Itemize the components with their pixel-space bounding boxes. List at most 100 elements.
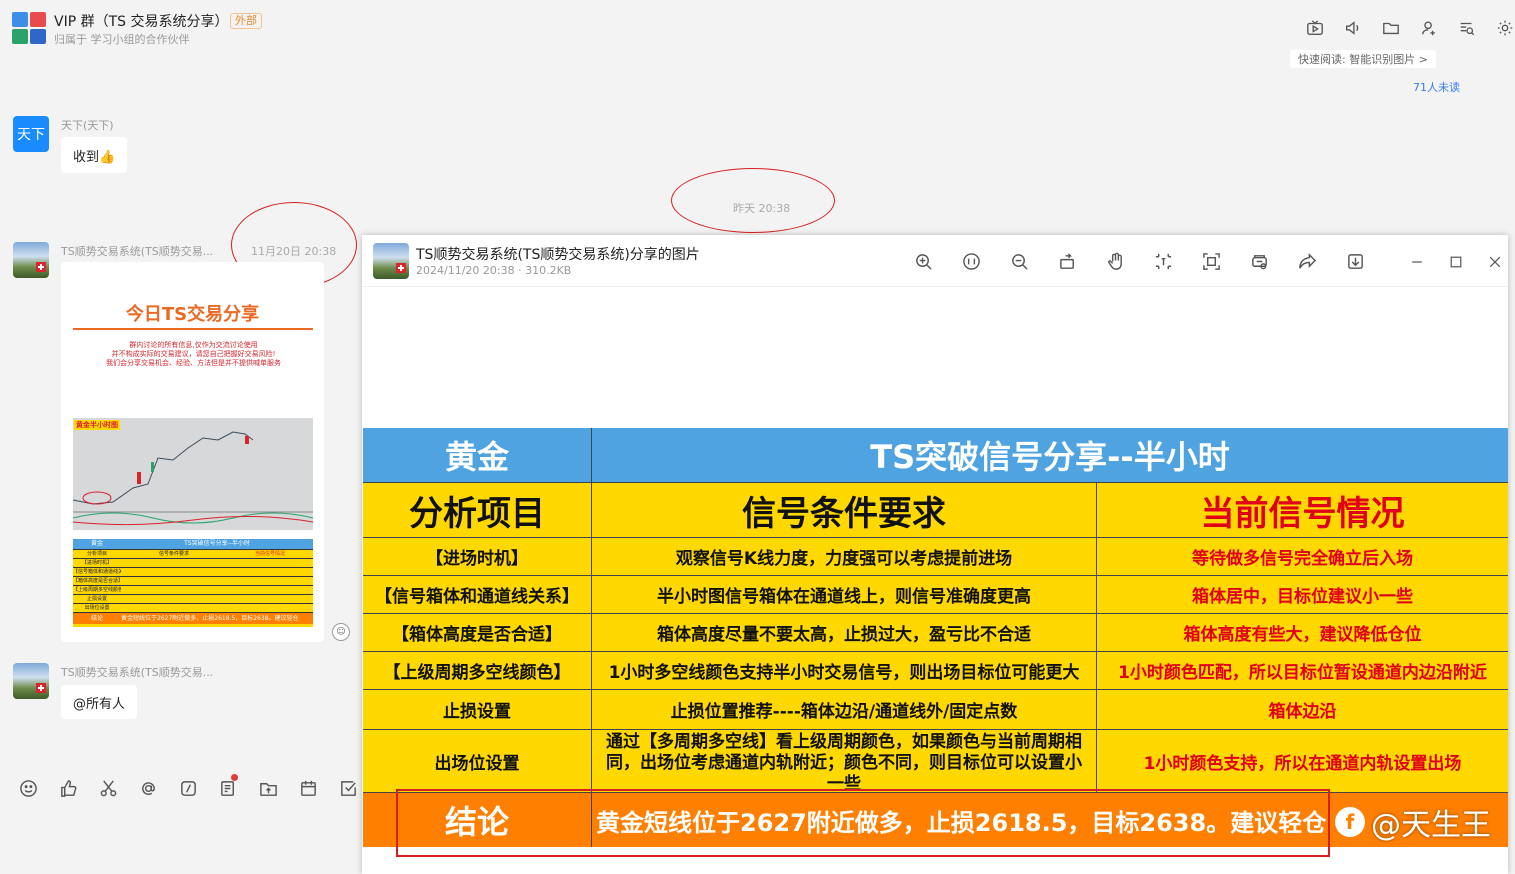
- thumb-cell: 信号条件要求: [158, 551, 189, 557]
- thumb-note: 群内讨论的所有信息,仅作为交流讨论使用: [129, 341, 258, 349]
- zoom-in-icon[interactable]: [913, 251, 934, 272]
- add-user-icon[interactable]: [1419, 18, 1439, 38]
- upload-folder-icon[interactable]: [258, 778, 278, 798]
- thumb-note: 并不构成实际的交易建议，请您自己把握好交易风险!: [111, 350, 276, 358]
- composer-toolbar: [18, 774, 358, 798]
- table-header-cell: 黄金: [363, 428, 592, 483]
- minimize-icon[interactable]: [1406, 251, 1427, 272]
- speaker-icon[interactable]: [1343, 18, 1363, 38]
- settings-icon[interactable]: [1495, 18, 1515, 38]
- table-cell: 半小时图信号箱体在通道线上，则信号准确度更高: [592, 576, 1097, 614]
- table-cell: 1小时颜色支持，所以在通道内轨设置出场: [1097, 730, 1508, 793]
- download-icon[interactable]: [1345, 251, 1366, 272]
- table-cell: 箱体居中，目标位建议小一些: [1097, 576, 1508, 614]
- share-icon[interactable]: [1297, 251, 1318, 272]
- avatar: [373, 243, 409, 279]
- annotation-box: [396, 789, 1330, 857]
- column-header: 当前信号情况: [1097, 483, 1508, 538]
- chart-label: 黄金半小时图: [74, 420, 120, 430]
- thumb-cell: 黄金: [90, 540, 103, 547]
- thumb-cell: 出场位设置: [84, 605, 110, 611]
- table-cell: 箱体高度有些大，建议降低仓位: [1097, 614, 1508, 652]
- table-cell: 1小时颜色匹配，所以目标位暂设通道内边沿附近: [1097, 652, 1508, 690]
- image-thumbnail[interactable]: 今日TS交易分享 群内讨论的所有信息,仅作为交流讨论使用 并不构成实际的交易建议…: [61, 262, 324, 642]
- sender-name: TS顺势交易系统(TS顺势交易...: [61, 245, 214, 258]
- group-avatar[interactable]: [12, 12, 46, 44]
- sender-name: TS顺势交易系统(TS顺势交易...: [61, 666, 214, 679]
- viewer-toolbar: [913, 251, 1366, 272]
- table-cell: 箱体边沿: [1097, 690, 1508, 730]
- avatar[interactable]: 天下: [13, 116, 49, 152]
- group-subtitle[interactable]: 归属于 学习小组的合作伙伴: [54, 31, 190, 47]
- message-bubble[interactable]: @所有人: [61, 685, 138, 719]
- table-cell: 等待做多信号完全确立后入场: [1097, 538, 1508, 576]
- chat-header: VIP 群（TS 交易系统分享） 外部 归属于 学习小组的合作伙伴: [0, 0, 1515, 52]
- thumb-cell: 【信号箱体和通道线关系】: [73, 569, 121, 575]
- window-controls: [1406, 251, 1505, 272]
- reaction-button[interactable]: ☺: [332, 623, 350, 641]
- list-search-icon[interactable]: [1457, 18, 1477, 38]
- screenshot-icon[interactable]: [1201, 251, 1222, 272]
- table-cell: 1小时多空线颜色支持半小时交易信号，则出场目标位可能更大: [592, 652, 1097, 690]
- column-header: 信号条件要求: [592, 483, 1097, 538]
- column-header: 分析项目: [363, 483, 592, 538]
- viewer-meta: 2024/11/20 20:38 · 310.2KB: [416, 264, 572, 277]
- notes-icon[interactable]: [218, 774, 238, 798]
- unread-count[interactable]: 71人未读: [1413, 79, 1460, 95]
- video-icon[interactable]: [1305, 18, 1325, 38]
- thumb-table: 黄金 TS突破信号分享--半小时 分析项目 信号条件要求 当前信号情况 【进场时机】…: [73, 539, 313, 627]
- thumb-cell: TS突破信号分享--半小时: [184, 540, 250, 547]
- watermark-text: @天生王: [1371, 808, 1491, 843]
- calendar-icon[interactable]: [298, 778, 318, 798]
- table-cell: 【进场时机】: [363, 538, 592, 576]
- table-cell: 箱体高度尽量不要太高，止损过大，盈亏比不合适: [592, 614, 1097, 652]
- group-title[interactable]: VIP 群（TS 交易系统分享）: [54, 11, 229, 31]
- annotation-circle: [671, 168, 835, 233]
- avatar[interactable]: [13, 663, 49, 699]
- thumb-cell: 止损设置: [86, 596, 107, 602]
- message-bubble[interactable]: 收到👍: [61, 137, 128, 173]
- thumb-cell: 分析项目: [86, 551, 107, 557]
- table-cell: 【上级周期多空线颜色】: [363, 652, 592, 690]
- hand-icon[interactable]: [1105, 251, 1126, 272]
- divider: [73, 328, 313, 330]
- viewer-title: TS顺势交易系统(TS顺势交易系统)分享的图片: [416, 247, 700, 263]
- slash-command-icon[interactable]: [178, 778, 198, 798]
- thumb-cell: 【上级周期多空线颜色】: [73, 587, 121, 593]
- thumb-cell: 【进场时机】: [81, 560, 112, 566]
- emoji-icon[interactable]: [18, 778, 38, 798]
- table-cell: 通过【多周期多空线】看上级周期颜色，如果颜色与当前周期相同，出场位考虑通道内轨附…: [592, 730, 1097, 793]
- external-badge: 外部: [230, 13, 262, 29]
- signal-table: 黄金 TS突破信号分享--半小时 分析项目 信号条件要求 当前信号情况 【进场时…: [363, 428, 1508, 847]
- table-cell: 【信号箱体和通道线关系】: [363, 576, 592, 614]
- thumbs-up-icon[interactable]: [58, 778, 78, 798]
- close-icon[interactable]: [1484, 251, 1505, 272]
- table-cell: 出场位设置: [363, 730, 592, 793]
- scissors-icon[interactable]: [98, 778, 118, 798]
- avatar[interactable]: [13, 242, 49, 278]
- sender-name: 天下(天下): [61, 119, 114, 132]
- thumb-chart: 黄金半小时图: [72, 418, 314, 530]
- actual-size-icon[interactable]: [961, 251, 982, 272]
- thumb-cell: 【箱体高度是否合适】: [73, 578, 121, 584]
- maximize-icon[interactable]: [1445, 251, 1466, 272]
- thumb-note: 我们会分享交易机会、经验、方法但是并不提供喊单服务: [106, 359, 281, 367]
- table-cell: 止损设置: [363, 690, 592, 730]
- rotate-icon[interactable]: [1057, 251, 1078, 272]
- checkbox-icon[interactable]: [338, 778, 358, 798]
- mention-icon[interactable]: [138, 778, 158, 798]
- quick-read-link[interactable]: 快速阅读: 智能识别图片 >: [1290, 50, 1436, 68]
- table-cell: 止损位置推荐----箱体边沿/通道线外/固定点数: [592, 690, 1097, 730]
- zoom-out-icon[interactable]: [1009, 251, 1030, 272]
- header-toolbar: [1305, 18, 1515, 38]
- table-header-cell: TS突破信号分享--半小时: [592, 428, 1508, 483]
- watermark-logo-icon: f: [1335, 807, 1365, 837]
- thumb-title: 今日TS交易分享: [125, 304, 260, 325]
- crop-icon[interactable]: [1153, 251, 1174, 272]
- thumb-cell: 结论: [90, 615, 103, 622]
- folder-icon[interactable]: [1381, 18, 1401, 38]
- ocr-icon[interactable]: [1249, 251, 1270, 272]
- thumb-cell: 黄金短线位于2627附近做多，止损2618.5，目标2638。建议轻仓: [121, 615, 299, 622]
- table-cell: 观察信号K线力度，力度强可以考虑提前进场: [592, 538, 1097, 576]
- watermark: f @天生王: [1335, 800, 1491, 844]
